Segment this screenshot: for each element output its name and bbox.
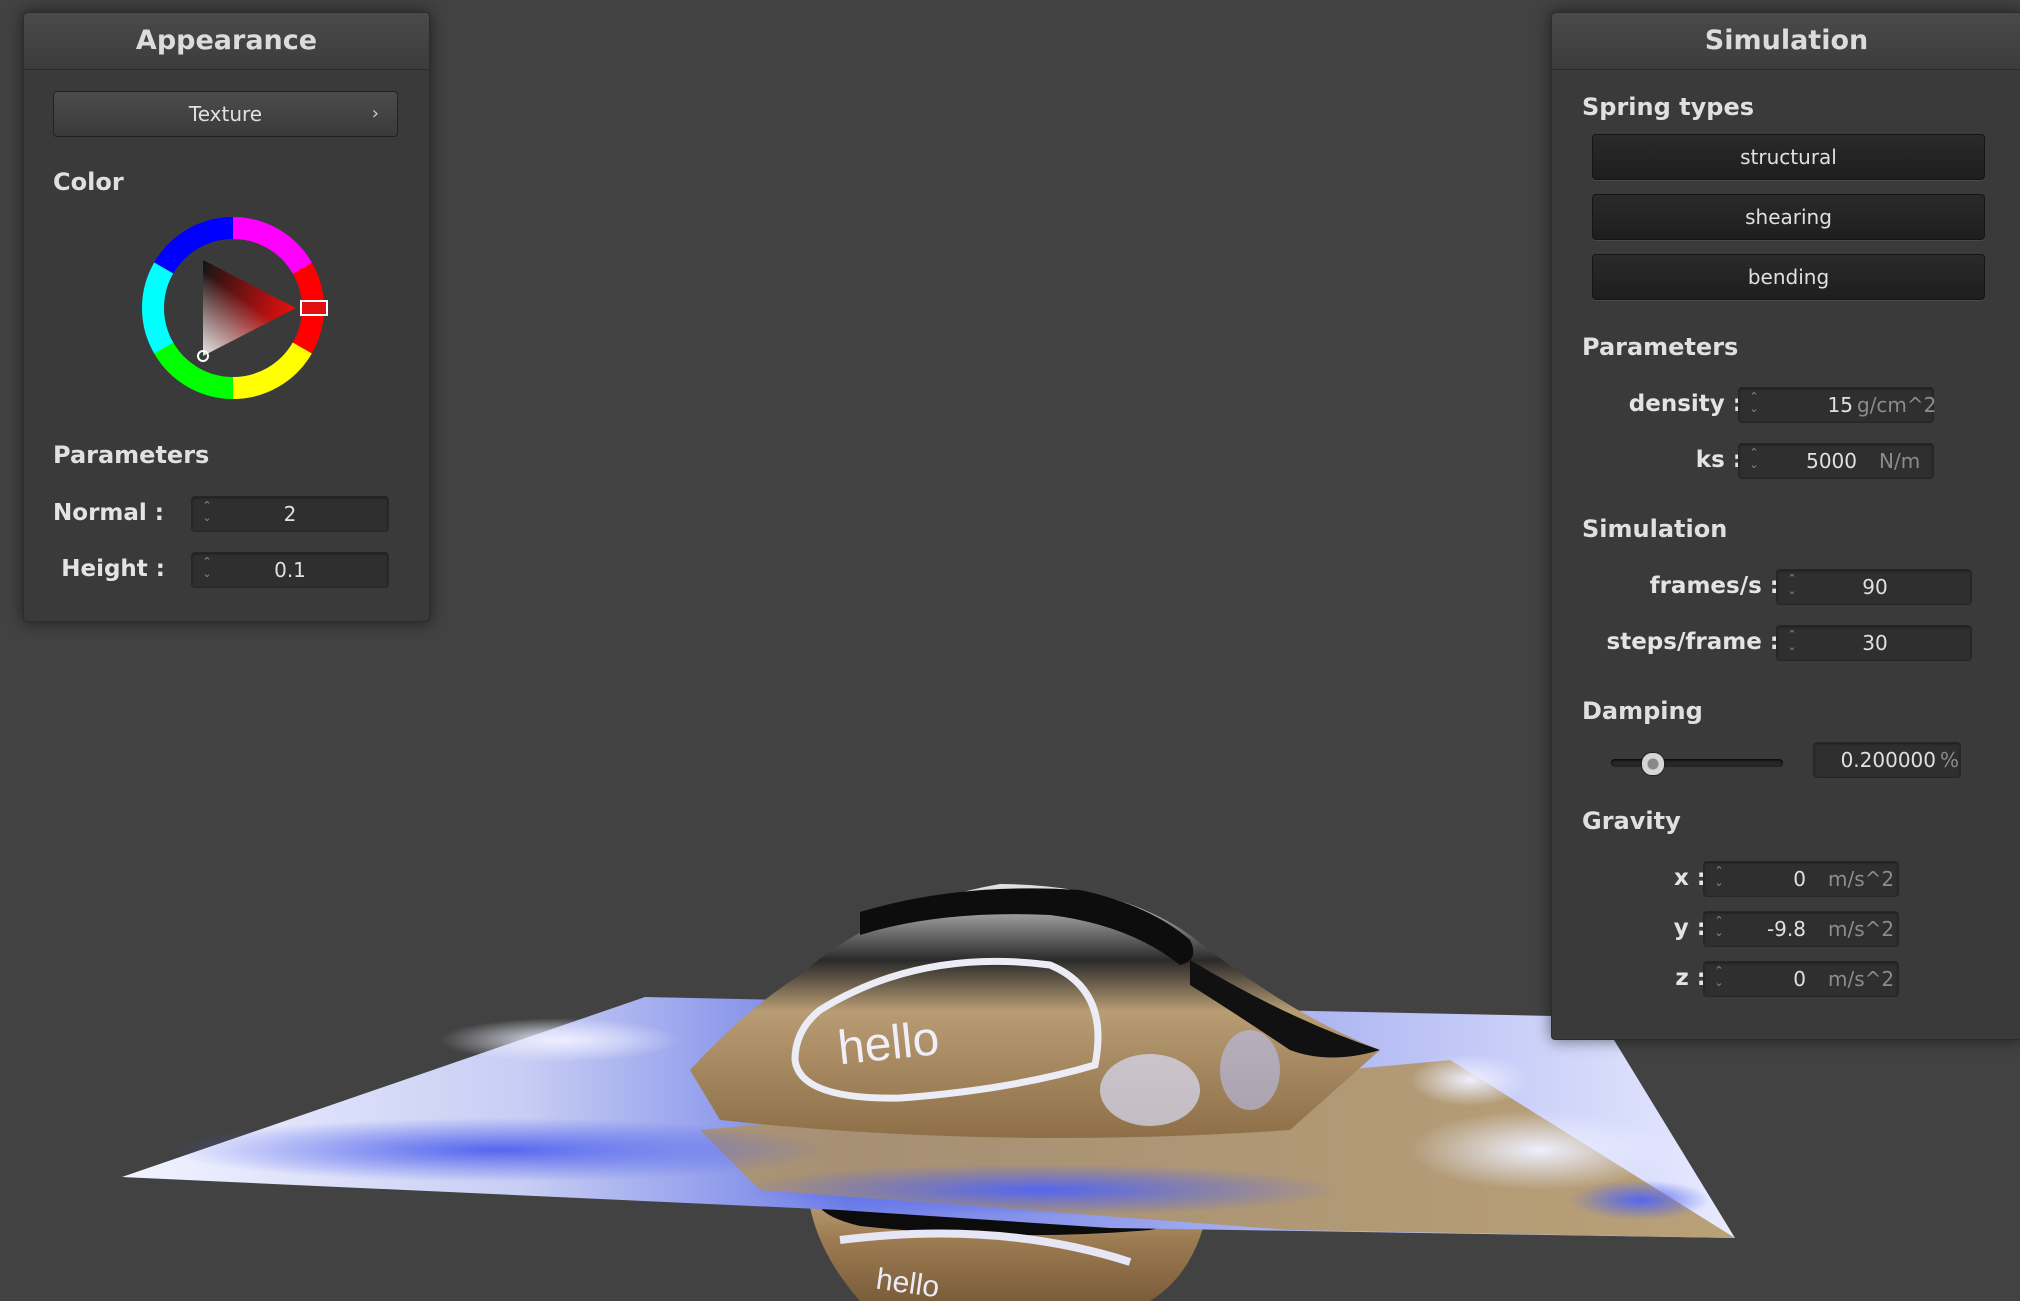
hue-ring-picker[interactable]	[300, 300, 328, 316]
height-value: 0.1	[274, 558, 306, 582]
spinner-icon[interactable]: ⌃ ⌄	[1712, 965, 1726, 993]
normal-value: 2	[283, 502, 297, 526]
simulation-parameters-label: Parameters	[1582, 333, 1739, 361]
spinner-icon[interactable]: ⌃ ⌄	[1712, 865, 1726, 893]
ks-input[interactable]: ⌃ ⌄ 5000 N/m	[1738, 443, 1934, 479]
structural-toggle-button[interactable]: structural	[1592, 134, 1985, 180]
spinner-icon[interactable]: ⌃ ⌄	[200, 500, 214, 528]
damping-slider-knob[interactable]	[1640, 752, 1665, 776]
color-wheel[interactable]	[138, 213, 328, 403]
gravity-y-value: -9.8	[1766, 917, 1806, 941]
spinner-icon[interactable]: ⌃ ⌄	[200, 556, 214, 584]
spinner-icon[interactable]: ⌃ ⌄	[1747, 391, 1761, 419]
gravity-label: Gravity	[1582, 807, 1681, 835]
sphere-dome: hello	[690, 884, 1380, 1138]
texture-button-label: Texture	[188, 102, 263, 126]
damping-input[interactable]: 0.200000 %	[1813, 742, 1961, 778]
damping-value: 0.200000	[1840, 748, 1936, 772]
simulation-section-label: Simulation	[1582, 515, 1728, 543]
frames-per-s-label: frames/s :	[1649, 573, 1779, 599]
gravity-z-value: 0	[1793, 967, 1806, 991]
gravity-z-label: z :	[1675, 965, 1706, 991]
simulation-panel: Simulation Spring types structural shear…	[1551, 12, 2020, 1040]
shearing-toggle-button[interactable]: shearing	[1592, 194, 1985, 240]
normal-input[interactable]: ⌃ ⌄ 2	[191, 496, 389, 532]
ks-unit: N/m	[1879, 449, 1921, 473]
damping-label: Damping	[1582, 697, 1703, 725]
height-input[interactable]: ⌃ ⌄ 0.1	[191, 552, 389, 588]
gravity-x-value: 0	[1793, 867, 1806, 891]
appearance-parameters-label: Parameters	[53, 441, 210, 469]
density-unit: g/cm^2	[1857, 393, 1937, 417]
chevron-right-icon: ›	[371, 103, 379, 124]
density-label: density :	[1628, 391, 1742, 417]
normal-label: Normal :	[53, 500, 164, 526]
spinner-icon[interactable]: ⌃ ⌄	[1747, 447, 1761, 475]
gravity-y-input[interactable]: ⌃ ⌄ -9.8 m/s^2	[1703, 911, 1899, 947]
bending-toggle-button[interactable]: bending	[1592, 254, 1985, 300]
gravity-y-unit: m/s^2	[1828, 917, 1895, 941]
gravity-x-label: x :	[1673, 865, 1706, 891]
spinner-icon[interactable]: ⌃ ⌄	[1785, 573, 1799, 601]
gravity-x-input[interactable]: ⌃ ⌄ 0 m/s^2	[1703, 861, 1899, 897]
spinner-icon[interactable]: ⌃ ⌄	[1785, 629, 1799, 657]
color-section-label: Color	[53, 168, 124, 196]
simulation-panel-title[interactable]: Simulation	[1552, 13, 2020, 70]
steps-per-frame-input[interactable]: ⌃ ⌄ 30	[1776, 625, 1972, 661]
height-label: Height :	[61, 556, 165, 582]
damping-slider[interactable]	[1611, 748, 1783, 778]
gravity-x-unit: m/s^2	[1828, 867, 1895, 891]
gravity-z-unit: m/s^2	[1828, 967, 1895, 991]
gravity-y-label: y :	[1673, 915, 1706, 941]
texture-button[interactable]: Texture ›	[53, 91, 398, 137]
frames-per-s-input[interactable]: ⌃ ⌄ 90	[1776, 569, 1972, 605]
steps-per-frame-value: 30	[1862, 631, 1888, 655]
damping-slider-track	[1611, 759, 1783, 767]
steps-per-frame-label: steps/frame :	[1606, 629, 1779, 655]
ks-label: ks :	[1695, 447, 1742, 473]
damping-unit: %	[1940, 748, 1960, 772]
ks-value: 5000	[1806, 449, 1857, 473]
spring-types-label: Spring types	[1582, 93, 1755, 121]
appearance-panel-title[interactable]: Appearance	[24, 13, 429, 70]
frames-per-s-value: 90	[1862, 575, 1888, 599]
spinner-icon[interactable]: ⌃ ⌄	[1712, 915, 1726, 943]
density-input[interactable]: ⌃ ⌄ 15 g/cm^2	[1738, 387, 1937, 423]
gravity-z-input[interactable]: ⌃ ⌄ 0 m/s^2	[1703, 961, 1899, 997]
density-value: 15	[1827, 393, 1853, 417]
appearance-panel: Appearance Texture › Color Parameters No…	[23, 12, 430, 622]
sphere-text: hello	[835, 1012, 941, 1075]
